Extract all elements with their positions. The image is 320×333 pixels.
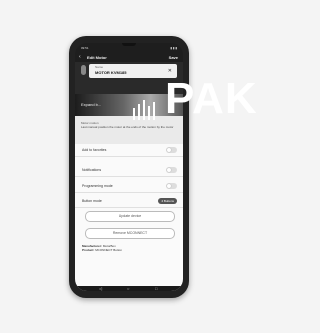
programming-toggle[interactable] — [166, 183, 177, 189]
save-button[interactable]: Save — [169, 55, 178, 60]
nav-home-icon[interactable]: ○ — [127, 286, 129, 291]
settings-list: Add to favorites Notifications Programmi… — [75, 144, 183, 291]
motion-description: Last manual position the motor at the en… — [81, 125, 174, 129]
row-programming[interactable]: Programming mode — [75, 180, 183, 193]
nav-recent-icon[interactable]: □ — [155, 286, 157, 291]
app-bar: ‹ Edit Motor Save — [75, 52, 183, 62]
watermark-bar — [148, 106, 150, 120]
watermark-bars — [133, 100, 163, 120]
nav-back-icon[interactable]: ◁ — [99, 286, 102, 291]
watermark-bar — [143, 100, 145, 120]
programming-label: Programming mode — [82, 184, 113, 188]
favourites-toggle[interactable] — [166, 147, 177, 153]
page-title: Edit Motor — [87, 55, 107, 60]
button-mode-label: Button mode — [82, 199, 102, 203]
watermark-text: PAK — [165, 74, 258, 123]
product-value: MCONNECT Button — [95, 248, 122, 252]
row-button-mode[interactable]: Button mode 4 Buttons — [75, 195, 183, 208]
banner-text: Expand b... — [81, 102, 102, 107]
favourites-label: Add to favorites — [82, 148, 107, 152]
product-label: Product: — [82, 248, 95, 252]
button-mode-select[interactable]: 4 Buttons — [158, 198, 177, 204]
name-value[interactable]: MOTOR KVM185 — [95, 70, 127, 75]
watermark-bar — [138, 104, 140, 120]
name-field[interactable]: Name MOTOR KVM185 ✕ — [89, 64, 177, 78]
update-device-button[interactable]: Update device — [85, 211, 175, 222]
remove-device-button[interactable]: Remove MCONNECT — [85, 228, 175, 239]
notifications-toggle[interactable] — [166, 167, 177, 173]
row-notifications[interactable]: Notifications — [75, 164, 183, 177]
remote-icon — [81, 65, 86, 75]
watermark-bar — [153, 102, 155, 120]
android-nav-bar: ◁ ○ □ — [75, 286, 183, 291]
manufacturer-info: Manufacturer: MotorBox Product: MCONNECT… — [82, 244, 122, 252]
name-label: Name — [95, 65, 104, 69]
back-arrow-icon[interactable]: ‹ — [79, 54, 81, 60]
notifications-label: Notifications — [82, 168, 102, 172]
status-time: 09:51 — [81, 46, 89, 50]
row-favourites[interactable]: Add to favorites — [75, 144, 183, 157]
watermark-bar — [133, 108, 135, 120]
status-icons: ▮ ▮ ▮ — [170, 46, 177, 50]
